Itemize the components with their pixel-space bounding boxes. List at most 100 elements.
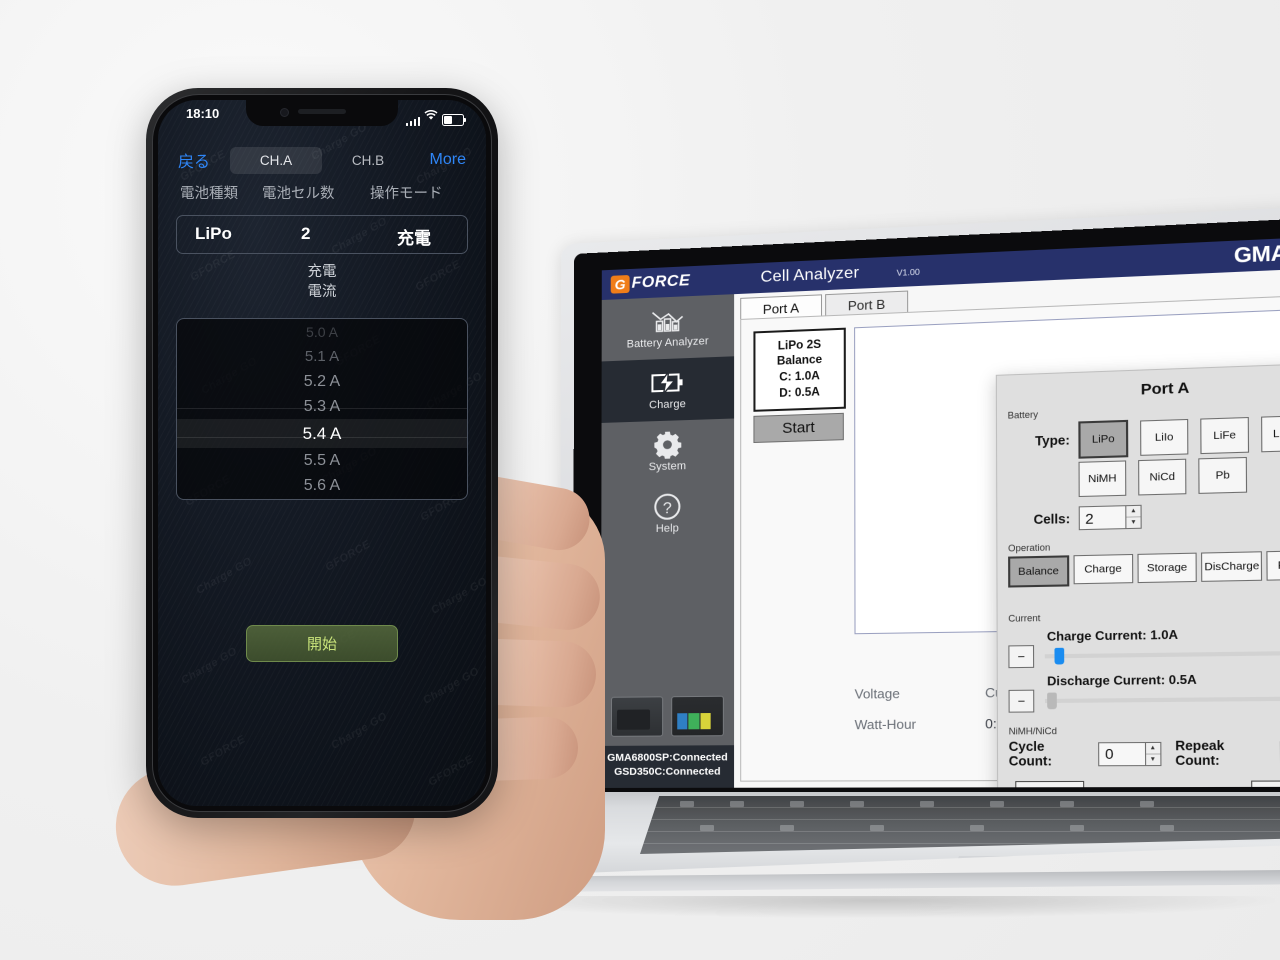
battery-mode: Balance xyxy=(776,354,823,369)
battery-type-row-1: Type: LiPo LiIo LiFe LiHV xyxy=(997,413,1280,461)
main-content: Port A Port B LiPo 2S Balance C: 1.0A D:… xyxy=(734,268,1280,788)
sidebar-item-charge[interactable]: Charge xyxy=(601,356,735,423)
sidebar-item-system[interactable]: System xyxy=(601,419,734,485)
readout-label-watt-hour: Watt-Hour xyxy=(854,715,917,732)
discharge-current-decrement[interactable]: − xyxy=(1008,689,1035,713)
charge-current-row: − + xyxy=(998,641,1280,669)
settings-value-row[interactable]: LiPo 2 充電 xyxy=(176,215,468,254)
discharge-current-slider-thumb[interactable] xyxy=(1047,692,1058,710)
picker-item[interactable]: 5.1 A xyxy=(177,344,467,369)
battery-discharge-current: D: 0.5A xyxy=(779,385,820,400)
watermark: GFORCE xyxy=(426,753,476,789)
picker-item[interactable]: 5.6 A xyxy=(177,473,467,498)
gforce-logo: G FORCE xyxy=(610,272,690,294)
operation-storage[interactable]: Storage xyxy=(1137,552,1198,584)
cells-stepper[interactable]: 2 ▲ ▼ xyxy=(1078,504,1142,531)
status-line-gma: GMA6800SP:Connected xyxy=(607,751,728,765)
discharge-current-label: Discharge Current: 0.5A xyxy=(1047,672,1197,689)
battery-type-nimh[interactable]: NiMH xyxy=(1078,460,1127,498)
cycle-count-label: Cycle Count: xyxy=(1008,739,1052,769)
app-version: V1.00 xyxy=(896,266,920,278)
picker-item[interactable]: 5.5 A xyxy=(177,448,467,473)
segment-ch-a[interactable]: CH.A xyxy=(230,146,322,174)
watermark: Charge GO xyxy=(329,710,390,752)
operation-balance[interactable]: Balance xyxy=(1008,555,1070,588)
current-heading-line1: 充電 xyxy=(307,264,337,280)
operation-parallel[interactable]: Parallel xyxy=(1266,549,1280,581)
stepper-up-icon: ▲ xyxy=(1126,505,1141,518)
charge-current-slider[interactable] xyxy=(1044,647,1280,665)
watermark: GFORCE xyxy=(323,538,373,574)
cycle-count-stepper[interactable]: 0 ▲ ▼ xyxy=(1098,741,1162,766)
ok-button[interactable]: OK xyxy=(1251,780,1280,788)
device-thumb-screen xyxy=(677,713,711,730)
port-a-settings-dialog: ✕ Port A Battery Type: LiPo LiIo LiFe Li… xyxy=(995,362,1280,788)
operation-charge[interactable]: Charge xyxy=(1073,553,1133,585)
discharge-current-slider[interactable] xyxy=(1044,692,1280,710)
connected-device-thumbnails xyxy=(601,687,734,746)
cancel-button[interactable]: Cancel xyxy=(1015,780,1085,788)
more-button[interactable]: More xyxy=(430,151,466,169)
battery-charge-current: C: 1.0A xyxy=(779,370,820,384)
start-button[interactable]: Start xyxy=(753,412,844,444)
sidebar-item-battery-analyzer[interactable]: Battery Analyzer xyxy=(602,294,734,361)
operation-discharge[interactable]: DisCharge xyxy=(1201,551,1263,582)
earpiece-speaker xyxy=(298,109,346,114)
counts-row: Cycle Count: 0 ▲▼ Repeak Count: 1 ▲▼ xyxy=(998,738,1280,769)
segment-ch-b[interactable]: CH.B xyxy=(322,147,414,174)
current-heading: 充電 電流 xyxy=(158,263,486,302)
app-title: Cell Analyzer xyxy=(760,264,860,286)
phone-display: GFORCE Charge GO Charge GO GFORCE Charge… xyxy=(158,100,486,806)
port-a-panel: LiPo 2S Balance C: 1.0A D: 0.5A Start Vo… xyxy=(740,294,1280,788)
sidebar-item-label: Battery Analyzer xyxy=(626,335,709,351)
device-thumbnail-gma6800sp xyxy=(671,696,724,737)
picker-item[interactable]: 5.7 A xyxy=(177,498,467,499)
charge-current-slider-thumb[interactable] xyxy=(1054,647,1065,665)
operation-buttons: Balance Charge Storage DisCharge Paralle… xyxy=(997,549,1280,588)
watermark: GFORCE xyxy=(198,733,248,769)
status-bar-icons xyxy=(405,108,466,126)
sidebar-item-help[interactable]: ? Help xyxy=(601,481,734,546)
current-picker-wheel[interactable]: 5.0 A 5.1 A 5.2 A 5.3 A 5.4 A 5.5 A 5.6 … xyxy=(176,318,468,500)
watermark: Charge GO xyxy=(194,555,255,597)
value-operation-mode: 充電 xyxy=(397,229,431,248)
phone-start-button[interactable]: 開始 xyxy=(246,625,398,662)
sidebar-item-label: Charge xyxy=(649,398,686,412)
battery-type-row-2: NiMH NiCd Pb xyxy=(997,454,1280,499)
current-heading-line2: 電流 xyxy=(307,283,337,300)
charge-current-label: Charge Current: 1.0A xyxy=(1046,627,1179,644)
battery-type-pb[interactable]: Pb xyxy=(1198,456,1248,494)
battery-summary-card[interactable]: LiPo 2S Balance C: 1.0A D: 0.5A xyxy=(753,327,846,412)
battery-type-liio[interactable]: LiIo xyxy=(1140,418,1189,456)
gforce-g-mark: G xyxy=(610,274,630,294)
cells-value: 2 xyxy=(1085,509,1094,527)
stepper-down-icon: ▼ xyxy=(1130,519,1137,526)
cycle-count-stepper-arrows[interactable]: ▲ ▼ xyxy=(1144,741,1162,766)
picker-item-selected[interactable]: 5.4 A xyxy=(177,419,467,448)
nimh-nicd-group-label: NiMH/NiCd xyxy=(1008,725,1057,737)
picker-item[interactable]: 5.0 A xyxy=(177,319,467,344)
battery-type-lihv[interactable]: LiHV xyxy=(1261,415,1280,453)
laptop-keyboard xyxy=(640,796,1280,854)
model-prefix: GMA xyxy=(1233,241,1280,268)
picker-item[interactable]: 5.2 A xyxy=(177,369,467,394)
battery-type-nicd[interactable]: NiCd xyxy=(1138,458,1187,496)
svg-text:?: ? xyxy=(663,500,672,517)
cells-stepper-arrows[interactable]: ▲ ▼ xyxy=(1125,504,1142,530)
cycle-count-value: 0 xyxy=(1105,745,1114,763)
back-button[interactable]: 戻る xyxy=(178,148,210,172)
charge-current-decrement[interactable]: − xyxy=(1008,645,1035,669)
device-model-badge: GMA6800 xyxy=(1234,239,1280,269)
battery-type-lipo[interactable]: LiPo xyxy=(1078,419,1129,459)
cells-row: Cells: 2 ▲ ▼ xyxy=(997,500,1280,532)
dialog-action-row: Cancel OK xyxy=(998,780,1280,788)
app-body: Battery Analyzer Charge System ? Help GM… xyxy=(600,268,1280,788)
channel-segmented-control: CH.A CH.B xyxy=(230,146,414,174)
signal-bars-icon xyxy=(405,116,420,126)
wifi-icon xyxy=(424,108,438,126)
value-cell-count: 2 xyxy=(301,224,311,243)
battery-type-life[interactable]: LiFe xyxy=(1200,416,1250,455)
picker-item[interactable]: 5.3 A xyxy=(177,394,467,419)
header-cell-count: 電池セル数 xyxy=(262,186,335,202)
